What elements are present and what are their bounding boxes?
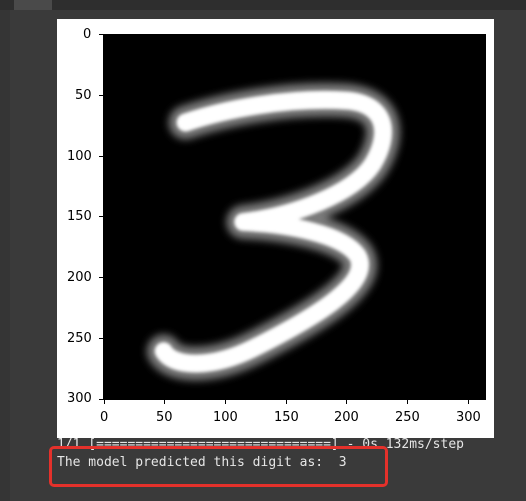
y-tick-label: 0 bbox=[83, 27, 92, 42]
y-tick-label: 100 bbox=[67, 149, 92, 164]
x-tick-mark bbox=[346, 400, 347, 404]
y-tick-mark bbox=[99, 156, 103, 157]
x-tick-mark bbox=[468, 400, 469, 404]
x-tick-mark bbox=[225, 400, 226, 404]
top-toolbar bbox=[0, 0, 526, 10]
y-tick-label: 250 bbox=[67, 331, 92, 346]
digit-image bbox=[104, 35, 485, 399]
y-tick-label: 150 bbox=[67, 209, 92, 224]
x-tick-mark bbox=[164, 400, 165, 404]
y-tick-label: 300 bbox=[67, 391, 92, 406]
image-axes bbox=[103, 34, 486, 400]
x-tick-label: 0 bbox=[100, 410, 109, 425]
x-tick-mark bbox=[286, 400, 287, 404]
y-tick-mark bbox=[99, 399, 103, 400]
x-tick-label: 250 bbox=[395, 410, 420, 425]
y-tick-mark bbox=[99, 216, 103, 217]
y-tick-label: 200 bbox=[67, 270, 92, 285]
y-tick-mark bbox=[99, 95, 103, 96]
x-tick-label: 50 bbox=[156, 410, 173, 425]
x-tick-label: 150 bbox=[274, 410, 299, 425]
x-tick-label: 200 bbox=[334, 410, 359, 425]
x-tick-label: 300 bbox=[456, 410, 481, 425]
toolbar-tab[interactable] bbox=[14, 0, 52, 10]
highlight-annotation bbox=[49, 446, 388, 487]
y-tick-mark bbox=[99, 338, 103, 339]
x-tick-label: 100 bbox=[213, 410, 238, 425]
x-tick-mark bbox=[104, 400, 105, 404]
x-tick-mark bbox=[407, 400, 408, 404]
y-tick-mark bbox=[99, 277, 103, 278]
y-tick-label: 50 bbox=[75, 88, 92, 103]
y-tick-mark bbox=[99, 34, 103, 35]
cell-gutter bbox=[0, 10, 10, 501]
